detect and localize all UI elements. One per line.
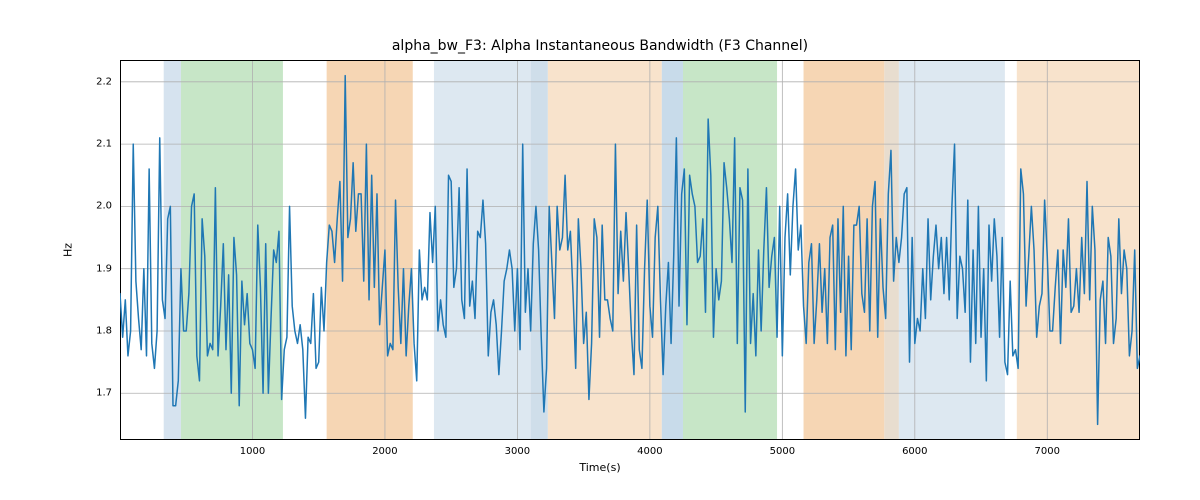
x-tick-label: 3000 <box>505 446 530 457</box>
bg-region <box>1017 60 1140 440</box>
y-tick-label: 1.8 <box>96 325 112 336</box>
y-tick-label: 2.2 <box>96 76 112 87</box>
x-tick-label: 2000 <box>372 446 397 457</box>
x-tick-label: 4000 <box>637 446 662 457</box>
y-axis-label: Hz <box>62 243 75 257</box>
y-tick-label: 2.0 <box>96 201 112 212</box>
y-tick-label: 1.9 <box>96 263 112 274</box>
y-tick-label: 1.7 <box>96 388 112 399</box>
plot-area <box>120 60 1140 440</box>
x-tick-label: 1000 <box>240 446 265 457</box>
x-axis-label: Time(s) <box>0 461 1200 474</box>
x-tick-label: 7000 <box>1035 446 1060 457</box>
x-tick-label: 6000 <box>902 446 927 457</box>
chart-title: alpha_bw_F3: Alpha Instantaneous Bandwid… <box>0 38 1200 54</box>
bg-region <box>434 60 531 440</box>
y-tick-label: 2.1 <box>96 139 112 150</box>
x-tick-label: 5000 <box>770 446 795 457</box>
figure: alpha_bw_F3: Alpha Instantaneous Bandwid… <box>0 0 1200 500</box>
